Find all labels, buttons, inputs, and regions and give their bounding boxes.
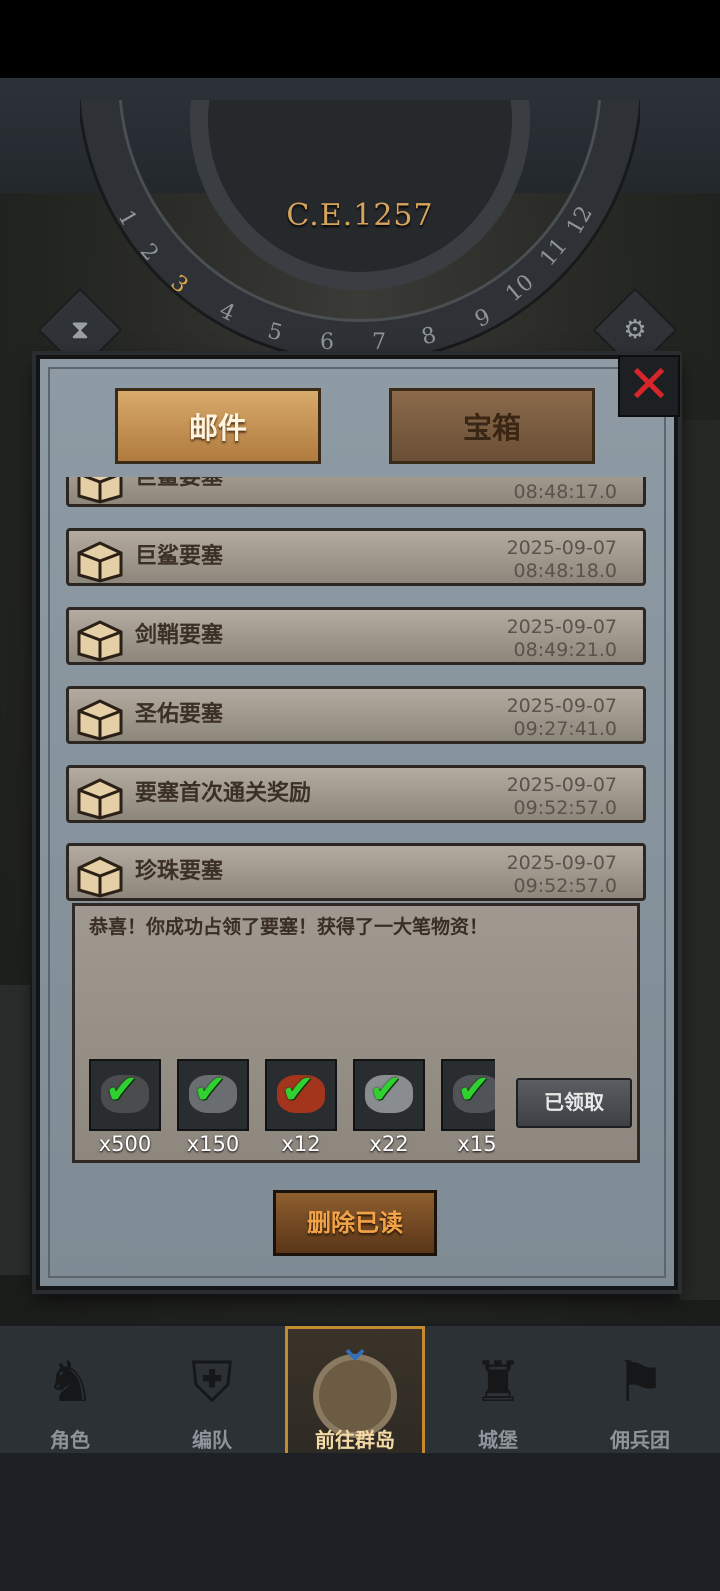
mail-time: 08:49:21.0 (513, 639, 617, 661)
dial-number: 10 (501, 269, 539, 308)
dial-number: 6 (320, 330, 334, 355)
dial-number: 8 (419, 322, 439, 351)
knight-icon: ♞ (44, 1350, 96, 1415)
mail-title: 圣佑要塞 (135, 702, 224, 727)
chest-icon (77, 778, 123, 820)
mail-date: 2025-09-07 (506, 852, 617, 874)
chest-icon (77, 541, 123, 583)
mail-title: 巨鲨要塞 (135, 477, 224, 490)
nav-item-formation[interactable]: ⛨ 编队 (142, 1326, 282, 1456)
dial-numbers: 1 2 3 4 5 6 7 8 9 10 11 12 (100, 200, 620, 355)
hourglass-icon: ⧗ (70, 315, 90, 345)
check-icon: ✔ (281, 1067, 315, 1113)
mail-title: 珍珠要塞 (135, 859, 224, 884)
mail-time: 09:52:57.0 (513, 797, 617, 819)
mail-item[interactable]: 剑鞘要塞 2025-09-07 08:49:21.0 (66, 607, 646, 665)
side-decoration (0, 985, 30, 1275)
reward-qty: x15 (457, 1132, 495, 1156)
helmet-icon: ⛨ (191, 1350, 233, 1415)
reward-qty: x150 (186, 1132, 240, 1156)
status-bar (0, 0, 720, 78)
dial-number-current: 3 (165, 270, 193, 299)
mail-time: 08:48:18.0 (513, 560, 617, 582)
chevron-down-icon: ⌄ (336, 1320, 374, 1371)
mail-item[interactable]: 巨鲨要塞 08:48:17.0 (66, 477, 646, 507)
cannonball-icon: ✔ (353, 1059, 425, 1131)
nav-item-character[interactable]: ♞ 角色 (0, 1326, 140, 1456)
claimed-button[interactable]: 已领取 (516, 1078, 632, 1128)
close-x-icon: ✕ (627, 355, 671, 415)
reward-qty: x12 (281, 1132, 321, 1156)
gear-icon: ⚙ (623, 315, 647, 345)
check-icon: ✔ (105, 1067, 139, 1113)
side-decoration (680, 420, 720, 1300)
nav-item-islands[interactable]: ⌄ 前往群岛 (285, 1320, 425, 1456)
mail-date: 2025-09-07 (506, 537, 617, 559)
mail-time: 09:52:57.0 (513, 875, 617, 897)
nav-label: 编队 (192, 1428, 232, 1452)
nav-item-castle[interactable]: ♜ 城堡 (428, 1326, 568, 1456)
reward-list[interactable]: ✔ x500 ✔ x150 ✔ x12 ✔ x22 ✔ x15 (89, 1059, 495, 1159)
reward-qty: x22 (369, 1132, 409, 1156)
nav-label: 佣兵团 (610, 1428, 670, 1452)
armor-icon: ✔ (441, 1059, 495, 1131)
mail-title: 要塞首次通关奖励 (135, 781, 312, 806)
dial-number: 11 (535, 233, 573, 272)
close-button-wrap: ✕ (618, 355, 680, 417)
tab-mail[interactable]: 邮件 (115, 388, 321, 464)
mail-title: 剑鞘要塞 (135, 623, 224, 648)
reward-item[interactable]: ✔ x500 (89, 1059, 161, 1156)
mail-date: 2025-09-07 (506, 695, 617, 717)
dial-number: 9 (471, 304, 495, 333)
mail-time: 09:27:41.0 (513, 718, 617, 740)
mail-list[interactable]: 巨鲨要塞 08:48:17.0 巨鲨要塞 2025-09-07 08:48:18… (66, 477, 650, 905)
mail-item[interactable]: 要塞首次通关奖励 2025-09-07 09:52:57.0 (66, 765, 646, 823)
nav-label: 角色 (50, 1428, 90, 1452)
mail-title: 巨鲨要塞 (135, 544, 224, 569)
mail-time: 08:48:17.0 (513, 481, 617, 503)
nav-label: 前往群岛 (315, 1428, 395, 1452)
reward-qty: x500 (98, 1132, 152, 1156)
berries-icon: ✔ (265, 1059, 337, 1131)
mail-detail: 恭喜！你成功占领了要塞！获得了一大笔物资！ ✔ x500 ✔ x150 ✔ x1… (72, 903, 640, 1163)
chest-icon (77, 620, 123, 662)
dial-number: 12 (562, 202, 598, 239)
mail-date: 2025-09-07 (506, 774, 617, 796)
mail-item[interactable]: 巨鲨要塞 2025-09-07 08:48:18.0 (66, 528, 646, 586)
stone-icon: ✔ (177, 1059, 249, 1131)
chest-icon (77, 699, 123, 741)
system-nav-area (0, 1453, 720, 1591)
ore-icon: ✔ (89, 1059, 161, 1131)
reward-item[interactable]: ✔ x12 (265, 1059, 337, 1156)
castle-icon: ♜ (472, 1350, 524, 1415)
close-button[interactable]: ✕ (618, 355, 680, 417)
nav-item-mercenary[interactable]: ⚑ 佣兵团 (570, 1326, 710, 1456)
reward-item[interactable]: ✔ x15 (441, 1059, 495, 1156)
dial-number: 4 (215, 298, 239, 327)
chest-icon (77, 477, 123, 504)
mail-item-selected[interactable]: 珍珠要塞 2025-09-07 09:52:57.0 (66, 843, 646, 901)
nav-label: 城堡 (478, 1428, 518, 1452)
banner-icon: ⚑ (614, 1350, 666, 1415)
mail-message: 恭喜！你成功占领了要塞！获得了一大笔物资！ (89, 916, 489, 938)
tab-chest[interactable]: 宝箱 (389, 388, 595, 464)
check-icon: ✔ (193, 1067, 227, 1113)
dial-number: 7 (372, 330, 386, 355)
dial-number: 2 (134, 239, 164, 266)
mail-item[interactable]: 圣佑要塞 2025-09-07 09:27:41.0 (66, 686, 646, 744)
reward-item[interactable]: ✔ x150 (177, 1059, 249, 1156)
check-icon: ✔ (457, 1067, 491, 1113)
delete-read-button[interactable]: 删除已读 (273, 1190, 437, 1256)
bottom-nav: ♞ 角色 ⛨ 编队 ⌄ 前往群岛 ♜ 城堡 ⚑ 佣兵团 (0, 1320, 720, 1456)
mail-date: 2025-09-07 (506, 616, 617, 638)
chest-icon (77, 856, 123, 898)
check-icon: ✔ (369, 1067, 403, 1113)
dial-number: 5 (265, 318, 285, 347)
dial-number: 1 (112, 206, 142, 231)
reward-item[interactable]: ✔ x22 (353, 1059, 425, 1156)
